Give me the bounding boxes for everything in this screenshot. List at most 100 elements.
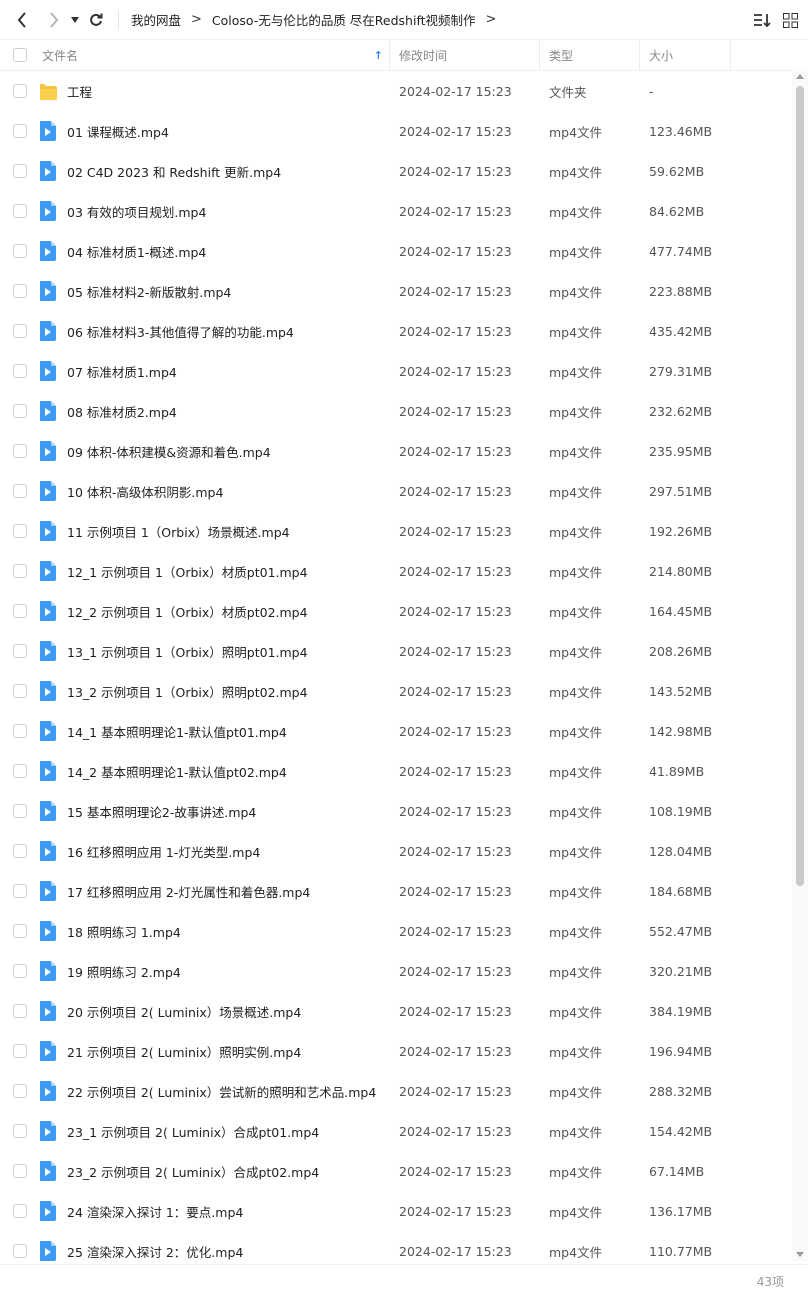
file-name-cell[interactable]: 25 渲染深入探讨 2：优化.mp4 — [40, 1241, 390, 1261]
file-name-cell[interactable]: 16 红移照明应用 1-灯光类型.mp4 — [40, 841, 390, 861]
row-checkbox[interactable] — [13, 124, 27, 138]
file-row[interactable]: 13_1 示例项目 1（Orbix）照明pt01.mp4 2024-02-17 1… — [0, 631, 792, 671]
row-checkbox[interactable] — [13, 884, 27, 898]
file-name[interactable]: 12_1 示例项目 1（Orbix）材质pt01.mp4 — [67, 562, 308, 581]
row-checkbox[interactable] — [13, 484, 27, 498]
history-dropdown-button[interactable] — [68, 0, 82, 40]
file-name-cell[interactable]: 14_1 基本照明理论1-默认值pt01.mp4 — [40, 721, 390, 741]
row-checkbox[interactable] — [13, 844, 27, 858]
file-row[interactable]: 04 标准材质1-概述.mp4 2024-02-17 15:23 mp4文件 477.… — [0, 231, 792, 271]
file-name[interactable]: 14_2 基本照明理论1-默认值pt02.mp4 — [67, 762, 287, 781]
folder-row[interactable]: 工程 2024-02-17 15:23 文件夹 - — [0, 71, 792, 111]
file-name[interactable]: 24 渲染深入探讨 1：要点.mp4 — [67, 1202, 243, 1221]
file-name[interactable]: 11 示例项目 1（Orbix）场景概述.mp4 — [67, 522, 290, 541]
sort-button[interactable] — [753, 12, 771, 28]
file-name[interactable]: 07 标准材质1.mp4 — [67, 362, 177, 381]
file-name-cell[interactable]: 08 标准材质2.mp4 — [40, 401, 390, 421]
file-name-cell[interactable]: 10 体积-高级体积阴影.mp4 — [40, 481, 390, 501]
file-row[interactable]: 16 红移照明应用 1-灯光类型.mp4 2024-02-17 15:23 mp4文… — [0, 831, 792, 871]
file-row[interactable]: 14_2 基本照明理论1-默认值pt02.mp4 2024-02-17 15:23… — [0, 751, 792, 791]
back-button[interactable] — [8, 0, 36, 40]
row-checkbox[interactable] — [13, 684, 27, 698]
select-all-checkbox[interactable] — [13, 48, 27, 62]
row-checkbox[interactable] — [13, 444, 27, 458]
file-name[interactable]: 20 示例项目 2( Luminix）场景概述.mp4 — [67, 1002, 301, 1021]
row-checkbox[interactable] — [13, 724, 27, 738]
file-row[interactable]: 06 标准材料3-其他值得了解的功能.mp4 2024-02-17 15:23 mp… — [0, 311, 792, 351]
file-name[interactable]: 13_2 示例项目 1（Orbix）照明pt02.mp4 — [67, 682, 308, 701]
scroll-down-arrow-icon[interactable] — [796, 1252, 804, 1257]
file-name-cell[interactable]: 13_1 示例项目 1（Orbix）照明pt01.mp4 — [40, 641, 390, 661]
row-checkbox[interactable] — [13, 324, 27, 338]
file-name[interactable]: 21 示例项目 2( Luminix）照明实例.mp4 — [67, 1042, 301, 1061]
file-row[interactable]: 09 体积-体积建模&资源和着色.mp4 2024-02-17 15:23 mp4文… — [0, 431, 792, 471]
file-name[interactable]: 09 体积-体积建模&资源和着色.mp4 — [67, 442, 271, 461]
file-name[interactable]: 04 标准材质1-概述.mp4 — [67, 242, 206, 261]
row-checkbox[interactable] — [13, 1124, 27, 1138]
file-name[interactable]: 22 示例项目 2( Luminix）尝试新的照明和艺术品.mp4 — [67, 1082, 376, 1101]
file-row[interactable]: 12_2 示例项目 1（Orbix）材质pt02.mp4 2024-02-17 1… — [0, 591, 792, 631]
file-row[interactable]: 23_1 示例项目 2( Luminix）合成pt01.mp4 2024-02-1… — [0, 1111, 792, 1151]
file-row[interactable]: 21 示例项目 2( Luminix）照明实例.mp4 2024-02-17 15… — [0, 1031, 792, 1071]
row-checkbox[interactable] — [13, 924, 27, 938]
column-type[interactable]: 类型 — [540, 39, 640, 71]
file-name-cell[interactable]: 22 示例项目 2( Luminix）尝试新的照明和艺术品.mp4 — [40, 1081, 390, 1101]
file-row[interactable]: 15 基本照明理论2-故事讲述.mp4 2024-02-17 15:23 mp4文件… — [0, 791, 792, 831]
row-checkbox[interactable] — [13, 1164, 27, 1178]
file-name[interactable]: 23_1 示例项目 2( Luminix）合成pt01.mp4 — [67, 1122, 319, 1141]
file-name-cell[interactable]: 工程 — [40, 81, 390, 101]
row-checkbox[interactable] — [13, 964, 27, 978]
file-name-cell[interactable]: 07 标准材质1.mp4 — [40, 361, 390, 381]
view-mode-button[interactable] — [783, 12, 798, 28]
file-name[interactable]: 16 红移照明应用 1-灯光类型.mp4 — [67, 842, 260, 861]
scrollbar-thumb[interactable] — [796, 86, 804, 886]
file-name-cell[interactable]: 12_1 示例项目 1（Orbix）材质pt01.mp4 — [40, 561, 390, 581]
row-checkbox[interactable] — [13, 764, 27, 778]
row-checkbox[interactable] — [13, 404, 27, 418]
column-name[interactable]: 文件名 ↑ — [40, 39, 390, 71]
file-name[interactable]: 工程 — [67, 82, 92, 101]
row-checkbox[interactable] — [13, 1084, 27, 1098]
file-row[interactable]: 07 标准材质1.mp4 2024-02-17 15:23 mp4文件 279.31M… — [0, 351, 792, 391]
file-name[interactable]: 25 渲染深入探讨 2：优化.mp4 — [67, 1242, 243, 1261]
file-row[interactable]: 13_2 示例项目 1（Orbix）照明pt02.mp4 2024-02-17 1… — [0, 671, 792, 711]
file-row[interactable]: 14_1 基本照明理论1-默认值pt01.mp4 2024-02-17 15:23… — [0, 711, 792, 751]
file-row[interactable]: 18 照明练习 1.mp4 2024-02-17 15:23 mp4文件 552.47… — [0, 911, 792, 951]
row-checkbox[interactable] — [13, 1244, 27, 1258]
column-modified[interactable]: 修改时间 — [390, 39, 540, 71]
file-name[interactable]: 23_2 示例项目 2( Luminix）合成pt02.mp4 — [67, 1162, 319, 1181]
file-name-cell[interactable]: 12_2 示例项目 1（Orbix）材质pt02.mp4 — [40, 601, 390, 621]
file-row[interactable]: 12_1 示例项目 1（Orbix）材质pt01.mp4 2024-02-17 1… — [0, 551, 792, 591]
file-row[interactable]: 01 课程概述.mp4 2024-02-17 15:23 mp4文件 123.46MB — [0, 111, 792, 151]
file-name[interactable]: 01 课程概述.mp4 — [67, 122, 169, 141]
row-checkbox[interactable] — [13, 164, 27, 178]
file-name-cell[interactable]: 09 体积-体积建模&资源和着色.mp4 — [40, 441, 390, 461]
file-name[interactable]: 10 体积-高级体积阴影.mp4 — [67, 482, 223, 501]
file-name-cell[interactable]: 15 基本照明理论2-故事讲述.mp4 — [40, 801, 390, 821]
file-name-cell[interactable]: 24 渲染深入探讨 1：要点.mp4 — [40, 1201, 390, 1221]
file-row[interactable]: 11 示例项目 1（Orbix）场景概述.mp4 2024-02-17 15:23… — [0, 511, 792, 551]
row-checkbox[interactable] — [13, 604, 27, 618]
row-checkbox[interactable] — [13, 1204, 27, 1218]
row-checkbox[interactable] — [13, 1044, 27, 1058]
file-name[interactable]: 06 标准材料3-其他值得了解的功能.mp4 — [67, 322, 294, 341]
file-name[interactable]: 05 标准材料2-新版散射.mp4 — [67, 282, 231, 301]
file-name-cell[interactable]: 14_2 基本照明理论1-默认值pt02.mp4 — [40, 761, 390, 781]
file-row[interactable]: 20 示例项目 2( Luminix）场景概述.mp4 2024-02-17 15… — [0, 991, 792, 1031]
file-name-cell[interactable]: 23_2 示例项目 2( Luminix）合成pt02.mp4 — [40, 1161, 390, 1181]
row-checkbox[interactable] — [13, 804, 27, 818]
refresh-button[interactable] — [84, 0, 108, 40]
file-row[interactable]: 17 红移照明应用 2-灯光属性和着色器.mp4 2024-02-17 15:23… — [0, 871, 792, 911]
file-name-cell[interactable]: 17 红移照明应用 2-灯光属性和着色器.mp4 — [40, 881, 390, 901]
row-checkbox[interactable] — [13, 564, 27, 578]
file-name-cell[interactable]: 05 标准材料2-新版散射.mp4 — [40, 281, 390, 301]
file-name-cell[interactable]: 03 有效的项目规划.mp4 — [40, 201, 390, 221]
file-name[interactable]: 13_1 示例项目 1（Orbix）照明pt01.mp4 — [67, 642, 308, 661]
file-row[interactable]: 08 标准材质2.mp4 2024-02-17 15:23 mp4文件 232.62M… — [0, 391, 792, 431]
row-checkbox[interactable] — [13, 244, 27, 258]
forward-button[interactable] — [40, 0, 68, 40]
file-name-cell[interactable]: 11 示例项目 1（Orbix）场景概述.mp4 — [40, 521, 390, 541]
file-name-cell[interactable]: 18 照明练习 1.mp4 — [40, 921, 390, 941]
file-name[interactable]: 17 红移照明应用 2-灯光属性和着色器.mp4 — [67, 882, 310, 901]
breadcrumb-current[interactable]: Coloso-无与伦比的品质 尽在Redshift视频制作 — [212, 10, 476, 29]
